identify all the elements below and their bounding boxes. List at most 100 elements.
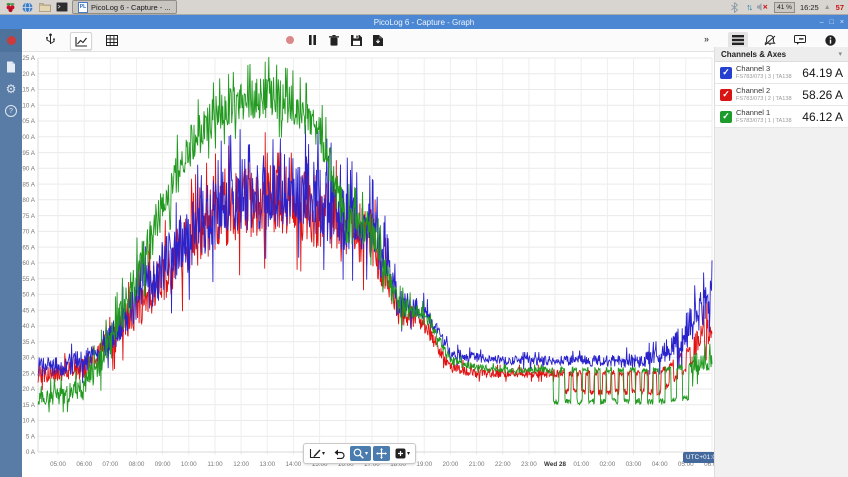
channel-value: 58.26 A [802, 88, 843, 102]
expand-panel-button[interactable]: » [704, 34, 709, 44]
taskbar-app-button[interactable]: PL PicoLog 6 - Capture - ... [72, 0, 177, 14]
svg-text:30 A: 30 A [22, 355, 35, 362]
svg-text:20:00: 20:00 [443, 461, 459, 468]
svg-text:110 A: 110 A [22, 103, 36, 110]
channels-panel-title: Channels & Axes [721, 50, 786, 59]
channel-row[interactable]: ✓ Channel 3 FS783/073 | 3 | TA138 64.19 … [715, 62, 848, 84]
file-document-icon[interactable] [6, 61, 16, 73]
pan-tool-button[interactable] [373, 446, 390, 461]
volume-muted-icon[interactable] [756, 1, 769, 13]
channel1-checkbox[interactable]: ✓ [720, 111, 732, 123]
zoom-tool-button[interactable]: ▾ [350, 446, 371, 461]
svg-text:80 A: 80 A [22, 197, 35, 204]
alarms-disabled-button[interactable] [760, 32, 780, 48]
export-file-button[interactable] [368, 32, 388, 48]
channels-panel-header[interactable]: Channels & Axes ▾ [715, 47, 848, 62]
web-browser-icon[interactable] [21, 1, 34, 13]
close-button[interactable]: × [840, 19, 844, 26]
channel3-checkbox[interactable]: ✓ [720, 67, 732, 79]
channel2-checkbox[interactable]: ✓ [720, 89, 732, 101]
add-annotation-button[interactable]: ▾ [392, 446, 413, 461]
svg-text:125 A: 125 A [22, 55, 36, 62]
window-title: PicoLog 6 - Capture - Graph [374, 18, 475, 27]
svg-text:14:00: 14:00 [286, 461, 302, 468]
info-button[interactable] [820, 32, 840, 48]
magnifier-icon [353, 448, 364, 459]
graph-plot[interactable]: 0 A5 A10 A15 A20 A25 A30 A35 A40 A45 A50… [22, 52, 714, 477]
terminal-icon[interactable] [55, 1, 68, 13]
svg-text:04:00: 04:00 [652, 461, 668, 468]
settings-gear-icon[interactable]: ⚙ [6, 84, 17, 94]
svg-text:40 A: 40 A [22, 323, 35, 330]
window-titlebar[interactable]: PicoLog 6 - Capture - Graph – □ × [0, 15, 848, 29]
annotation-plus-icon [395, 448, 406, 459]
file-manager-icon[interactable] [38, 1, 51, 13]
cpu-usage-monitor[interactable]: 41 % [774, 2, 795, 13]
app-sidebar: ⚙ ? [0, 29, 22, 477]
svg-text:115 A: 115 A [22, 87, 36, 94]
os-taskbar: PL PicoLog 6 - Capture - ... ↑↓ 41 % 16:… [0, 0, 848, 15]
window-controls: – □ × [820, 15, 844, 29]
svg-text:12:00: 12:00 [233, 461, 249, 468]
svg-text:10:00: 10:00 [181, 461, 197, 468]
pause-button[interactable] [302, 32, 322, 48]
chevron-down-icon[interactable]: ▾ [838, 50, 842, 58]
table-view-button[interactable] [102, 32, 122, 48]
svg-text:65 A: 65 A [22, 244, 35, 251]
caret-down-icon: ▾ [365, 450, 368, 457]
undo-zoom-button[interactable] [330, 446, 348, 461]
svg-text:95 A: 95 A [22, 150, 35, 157]
svg-text:05:00: 05:00 [50, 461, 66, 468]
svg-text:03:00: 03:00 [626, 461, 642, 468]
minimize-button[interactable]: – [820, 19, 824, 26]
svg-text:19:00: 19:00 [416, 461, 432, 468]
svg-text:08:00: 08:00 [129, 461, 145, 468]
temperature-value: 57 [836, 3, 844, 12]
channels-axes-panel: Channels & Axes ▾ ✓ Channel 3 FS783/073 … [714, 47, 848, 477]
maximize-button[interactable]: □ [830, 19, 834, 26]
record-button[interactable] [280, 32, 300, 48]
bluetooth-icon[interactable] [728, 1, 741, 13]
svg-text:20 A: 20 A [22, 386, 35, 393]
svg-text:100 A: 100 A [22, 134, 36, 141]
svg-text:60 A: 60 A [22, 260, 35, 267]
channels-panel-button[interactable] [728, 32, 748, 48]
channel-source: FS783/073 | 3 | TA138 [736, 74, 792, 80]
axis-scaling-button[interactable]: ▾ [306, 446, 328, 461]
raspberry-menu-icon[interactable] [4, 1, 17, 13]
save-button[interactable] [346, 32, 366, 48]
svg-text:50 A: 50 A [22, 292, 35, 299]
taskbar-clock[interactable]: 16:25 [800, 3, 819, 12]
svg-text:Wed 28: Wed 28 [544, 461, 566, 468]
channel-row[interactable]: ✓ Channel 2 FS783/073 | 2 | TA138 58.26 … [715, 84, 848, 106]
graph-view-button[interactable] [70, 32, 92, 50]
undo-icon [333, 449, 345, 459]
svg-text:85 A: 85 A [22, 181, 35, 188]
notes-comment-button[interactable] [790, 32, 810, 48]
channel-value: 64.19 A [802, 66, 843, 80]
svg-text:09:00: 09:00 [155, 461, 171, 468]
svg-text:02:00: 02:00 [600, 461, 616, 468]
caret-down-icon: ▾ [322, 450, 325, 457]
help-icon[interactable]: ? [5, 105, 17, 117]
taskbar-app-label: PicoLog 6 - Capture - ... [91, 3, 171, 12]
svg-text:23:00: 23:00 [521, 461, 537, 468]
channel-name: Channel 1 [736, 109, 792, 118]
channel-source: FS783/073 | 1 | TA138 [736, 118, 792, 124]
svg-text:35 A: 35 A [22, 339, 35, 346]
sidebar-record-button[interactable] [0, 29, 22, 52]
svg-text:22:00: 22:00 [495, 461, 511, 468]
svg-text:11:00: 11:00 [207, 461, 223, 468]
channel-row[interactable]: ✓ Channel 1 FS783/073 | 1 | TA138 46.12 … [715, 106, 848, 128]
devices-usb-button[interactable] [40, 32, 60, 48]
network-traffic-icon[interactable]: ↑↓ [746, 2, 751, 12]
graph-bottom-toolbar: ▾ ▾ ▾ [303, 443, 416, 464]
caret-down-icon: ▾ [407, 450, 410, 457]
svg-text:06:00: 06:00 [76, 461, 92, 468]
pan-move-icon [376, 448, 387, 459]
delete-capture-button[interactable] [324, 32, 344, 48]
channel-name: Channel 2 [736, 87, 792, 96]
svg-text:75 A: 75 A [22, 213, 35, 220]
picolog-app-icon: PL [78, 2, 88, 13]
record-icon [7, 36, 16, 45]
